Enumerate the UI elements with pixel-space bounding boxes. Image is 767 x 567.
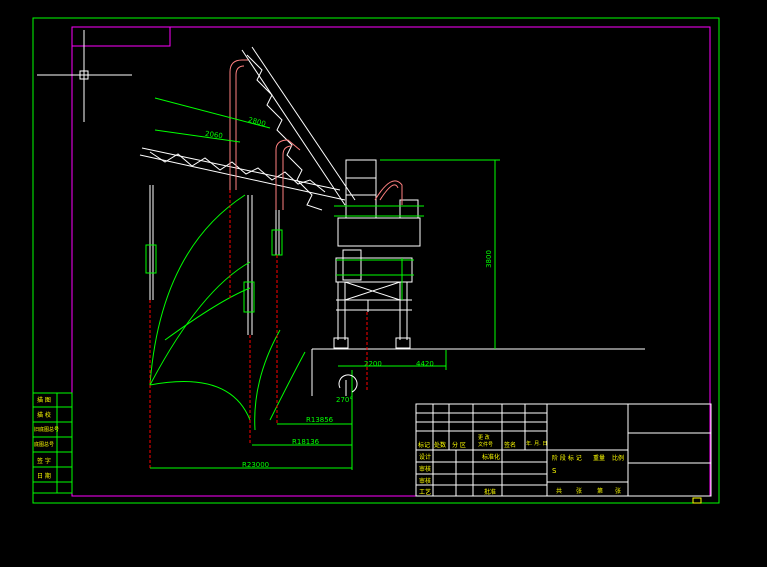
radius-3-dim: R23000 — [242, 461, 270, 469]
tb-sheet-total: 共 — [556, 488, 563, 495]
tb-weight-header: 重量 — [593, 455, 606, 462]
crosshair-cursor[interactable] — [37, 30, 132, 122]
corner-label-box — [72, 27, 171, 47]
tb-stage-header: 阶 段 标 记 — [552, 455, 582, 462]
tb-header-mark: 标记 — [418, 442, 431, 449]
tb-header-sign: 签名 — [504, 442, 517, 449]
tb-scale-header: 比例 — [612, 455, 625, 462]
tb-sheet-no-unit: 张 — [615, 488, 622, 495]
hanging-pipes — [149, 185, 280, 335]
tb-header-date: 年. 月. 日 — [526, 441, 548, 447]
base-left-dim: 2200 — [364, 360, 382, 368]
tb-standardize: 标准化 — [482, 454, 501, 461]
tb-sheet-no: 第 — [597, 488, 604, 495]
tb-header-change: 更 改 文件号 — [478, 435, 494, 448]
tb-role-review2: 审核 — [419, 478, 432, 485]
inner-border — [71, 26, 711, 497]
title-block — [415, 403, 712, 497]
tb-header-count: 处数 — [434, 442, 447, 449]
side-row-label: 底图总号 — [34, 442, 55, 448]
sheet-marker — [692, 497, 702, 504]
side-row-label: 描 校 — [37, 412, 51, 419]
dimension-lines — [150, 97, 500, 470]
column-height-dim: 3800 — [484, 250, 493, 268]
radius-2-dim: R18136 — [292, 438, 320, 446]
cad-drawing-canvas[interactable] — [0, 0, 767, 567]
side-row-label: 旧底图总号 — [34, 427, 60, 433]
pedestal-railings — [334, 205, 424, 300]
rotation-angle-label: 270° — [336, 396, 353, 404]
ground-line — [311, 348, 645, 396]
rotation-symbol — [338, 374, 358, 396]
tb-role-process: 工艺 — [419, 489, 432, 496]
lower-boom — [139, 147, 346, 201]
base-right-dim: 4420 — [416, 360, 434, 368]
side-row-label: 日 期 — [37, 473, 51, 480]
tb-approve: 批准 — [484, 489, 497, 496]
upper-boom — [241, 46, 356, 211]
tb-sheet-total-unit: 张 — [576, 488, 583, 495]
tb-stage-mark: S — [552, 467, 557, 475]
side-row-label: 签 字 — [37, 458, 51, 465]
tb-header-zone: 分 区 — [452, 442, 466, 449]
radius-1-dim: R13856 — [306, 416, 334, 424]
tb-role-review1: 审核 — [419, 466, 432, 473]
side-row-label: 描 图 — [37, 397, 51, 404]
tb-role-design: 设计 — [419, 454, 432, 461]
